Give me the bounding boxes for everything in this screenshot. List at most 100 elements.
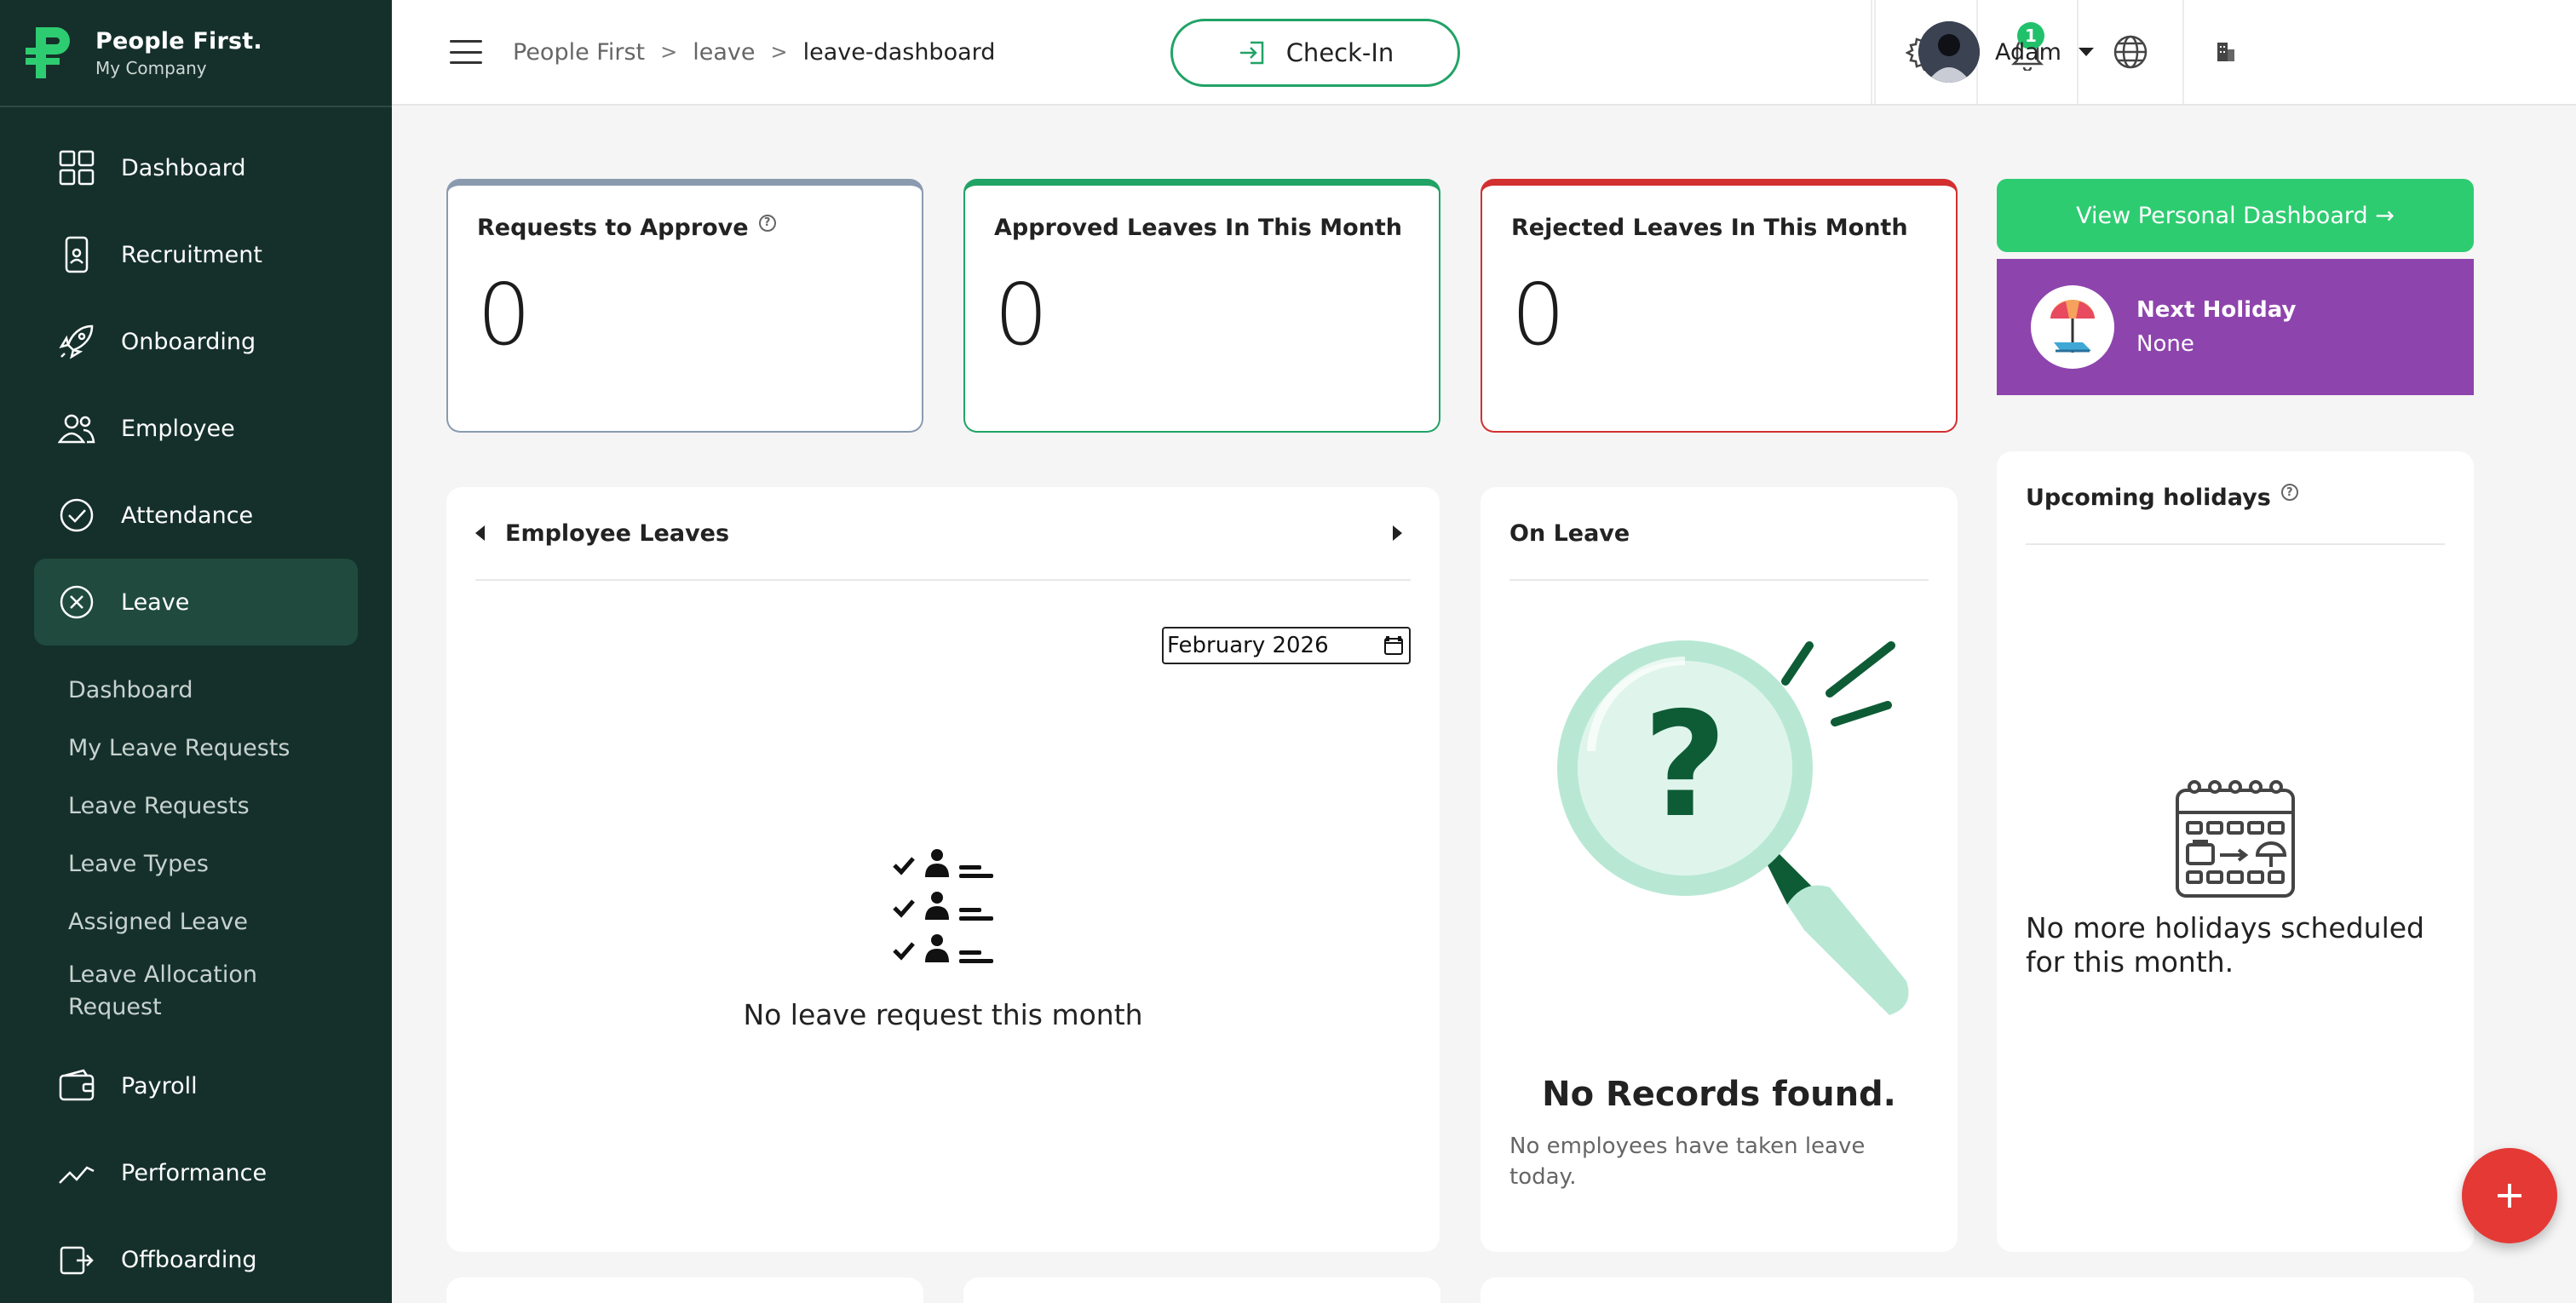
breadcrumb-item-home[interactable]: People First [513,39,645,66]
sidebar-item-attendance[interactable]: Attendance [34,472,358,559]
brand[interactable]: People First. My Company [0,0,392,107]
stat-card-approved-leaves[interactable]: Approved Leaves In This Month 0 [963,179,1440,433]
month-picker-input[interactable]: February 2026 [1162,627,1411,664]
sidebar-item-label: Employee [121,415,235,442]
hamburger-menu-icon[interactable] [450,40,482,64]
phone-badge-icon [58,236,95,273]
sidebar-item-leave[interactable]: Leave [34,559,358,646]
employee-leaves-panel: Employee Leaves February 2026 No leave r… [446,487,1440,1252]
on-leave-panel: On Leave ? No Records found. No employee… [1481,487,1958,1252]
exit-icon [58,1241,95,1278]
sidebar: People First. My Company Dashboard Recru… [0,0,392,1303]
panel-title: Employee Leaves [505,519,730,547]
submenu-item-my-leave-requests[interactable]: My Leave Requests [68,719,392,777]
brand-company: My Company [95,57,207,78]
calendar-icon [1384,636,1403,655]
next-holiday-title: Next Holiday [2136,297,2297,323]
sidebar-nav: Dashboard Recruitment Onboarding Employe… [0,107,392,1303]
breadcrumb-item-leave[interactable]: leave [693,39,755,66]
sidebar-item-performance[interactable]: Performance [34,1129,358,1216]
submenu-item-leave-requests[interactable]: Leave Requests [68,777,392,835]
sidebar-item-offboarding[interactable]: Offboarding [34,1216,358,1303]
help-icon[interactable]: ? [758,214,776,232]
sidebar-item-employee[interactable]: Employee [34,385,358,472]
breadcrumb: People First > leave > leave-dashboard [513,39,995,66]
stat-title-text: Requests to Approve [477,215,749,241]
rocket-icon [58,323,95,360]
chevron-down-icon [2078,48,2094,56]
sidebar-item-label: Dashboard [121,154,246,181]
prev-arrow-icon[interactable] [475,525,485,541]
people-icon [58,410,95,447]
stat-title: Rejected Leaves In This Month [1511,215,1908,241]
grid-icon [58,149,95,187]
panel-header: Employee Leaves [475,487,1411,581]
next-holiday-value: None [2136,331,2194,357]
panel-header: Upcoming holidays ? [2026,451,2445,545]
check-in-label: Check-In [1285,38,1394,67]
svg-text:?: ? [1643,681,1728,850]
upcoming-holidays-panel: Upcoming holidays ? No more holidays sch… [1997,451,2474,1252]
no-records-subtitle: No employees have taken leave today. [1509,1134,1866,1190]
stat-title: Approved Leaves In This Month [994,215,1402,241]
submenu-item-assigned-leave[interactable]: Assigned Leave [68,893,392,950]
stat-card-requests-to-approve[interactable]: Requests to Approve ? 0 [446,179,923,433]
sidebar-item-onboarding[interactable]: Onboarding [34,298,358,385]
sidebar-item-label: Attendance [121,502,254,529]
user-menu[interactable]: Adam [1874,0,2184,104]
avatar [1918,21,1980,83]
x-circle-icon [58,583,95,621]
bottom-card [446,1277,923,1303]
stat-card-rejected-leaves[interactable]: Rejected Leaves In This Month 0 [1481,179,1958,433]
sidebar-item-label: Onboarding [121,328,256,355]
company-switch-button[interactable] [2182,0,2268,104]
submenu-item-leave-types[interactable]: Leave Types [68,835,392,893]
no-records-title: No Records found. [1542,1075,1896,1114]
brand-logo-icon [26,27,70,78]
bottom-card [963,1277,1440,1303]
leave-submenu: Dashboard My Leave Requests Leave Reques… [0,646,392,1042]
stat-value: 0 [994,265,1049,364]
stat-value: 0 [1511,265,1566,364]
sidebar-item-label: Leave [121,588,190,616]
chevron-right-icon: > [770,40,788,64]
check-circle-icon [58,497,95,534]
magnifier-question-icon: ? [1557,640,1909,1015]
sidebar-item-recruitment[interactable]: Recruitment [34,211,358,298]
panel-title: On Leave [1509,519,1630,547]
submenu-item-dashboard[interactable]: Dashboard [68,661,392,719]
check-in-button[interactable]: Check-In [1170,19,1460,87]
sidebar-item-label: Performance [121,1159,267,1186]
sidebar-item-label: Offboarding [121,1246,257,1273]
panel-header: On Leave [1509,487,1929,581]
sidebar-item-payroll[interactable]: Payroll [34,1042,358,1129]
plus-icon [2498,1184,2521,1208]
chevron-right-icon: > [660,40,678,64]
stat-value: 0 [477,265,532,364]
no-holidays-text: No more holidays scheduled for this mont… [2026,911,2424,979]
checklist-people-icon [893,849,993,963]
sidebar-item-dashboard[interactable]: Dashboard [34,124,358,211]
month-value: February 2026 [1167,633,1329,658]
help-icon[interactable]: ? [2280,484,2298,501]
view-personal-dashboard-button[interactable]: View Personal Dashboard → [1997,179,2474,252]
stat-title: Requests to Approve ? [477,214,893,241]
sidebar-item-label: Recruitment [121,241,262,268]
breadcrumb-item-current: leave-dashboard [802,38,996,66]
wallet-icon [58,1067,95,1105]
next-holiday-card: Next Holiday None [1997,259,2474,395]
next-arrow-icon[interactable] [1393,525,1402,541]
quick-action-fab[interactable] [2462,1148,2557,1243]
user-name: Adam [1995,38,2061,66]
submenu-item-leave-allocation-request[interactable]: Leave Allocation Request [68,950,290,1032]
brand-name: People First. [95,27,262,55]
trend-icon [58,1154,95,1191]
beach-umbrella-icon [2031,285,2114,369]
sidebar-item-label: Payroll [121,1072,198,1099]
building-icon [2217,43,2234,61]
panel-title: Upcoming holidays [2026,484,2271,511]
holiday-calendar-icon [2176,780,2295,898]
bottom-card [1481,1277,2474,1303]
login-arrow-icon [1239,41,1263,65]
empty-state-text: No leave request this month [743,998,1143,1031]
